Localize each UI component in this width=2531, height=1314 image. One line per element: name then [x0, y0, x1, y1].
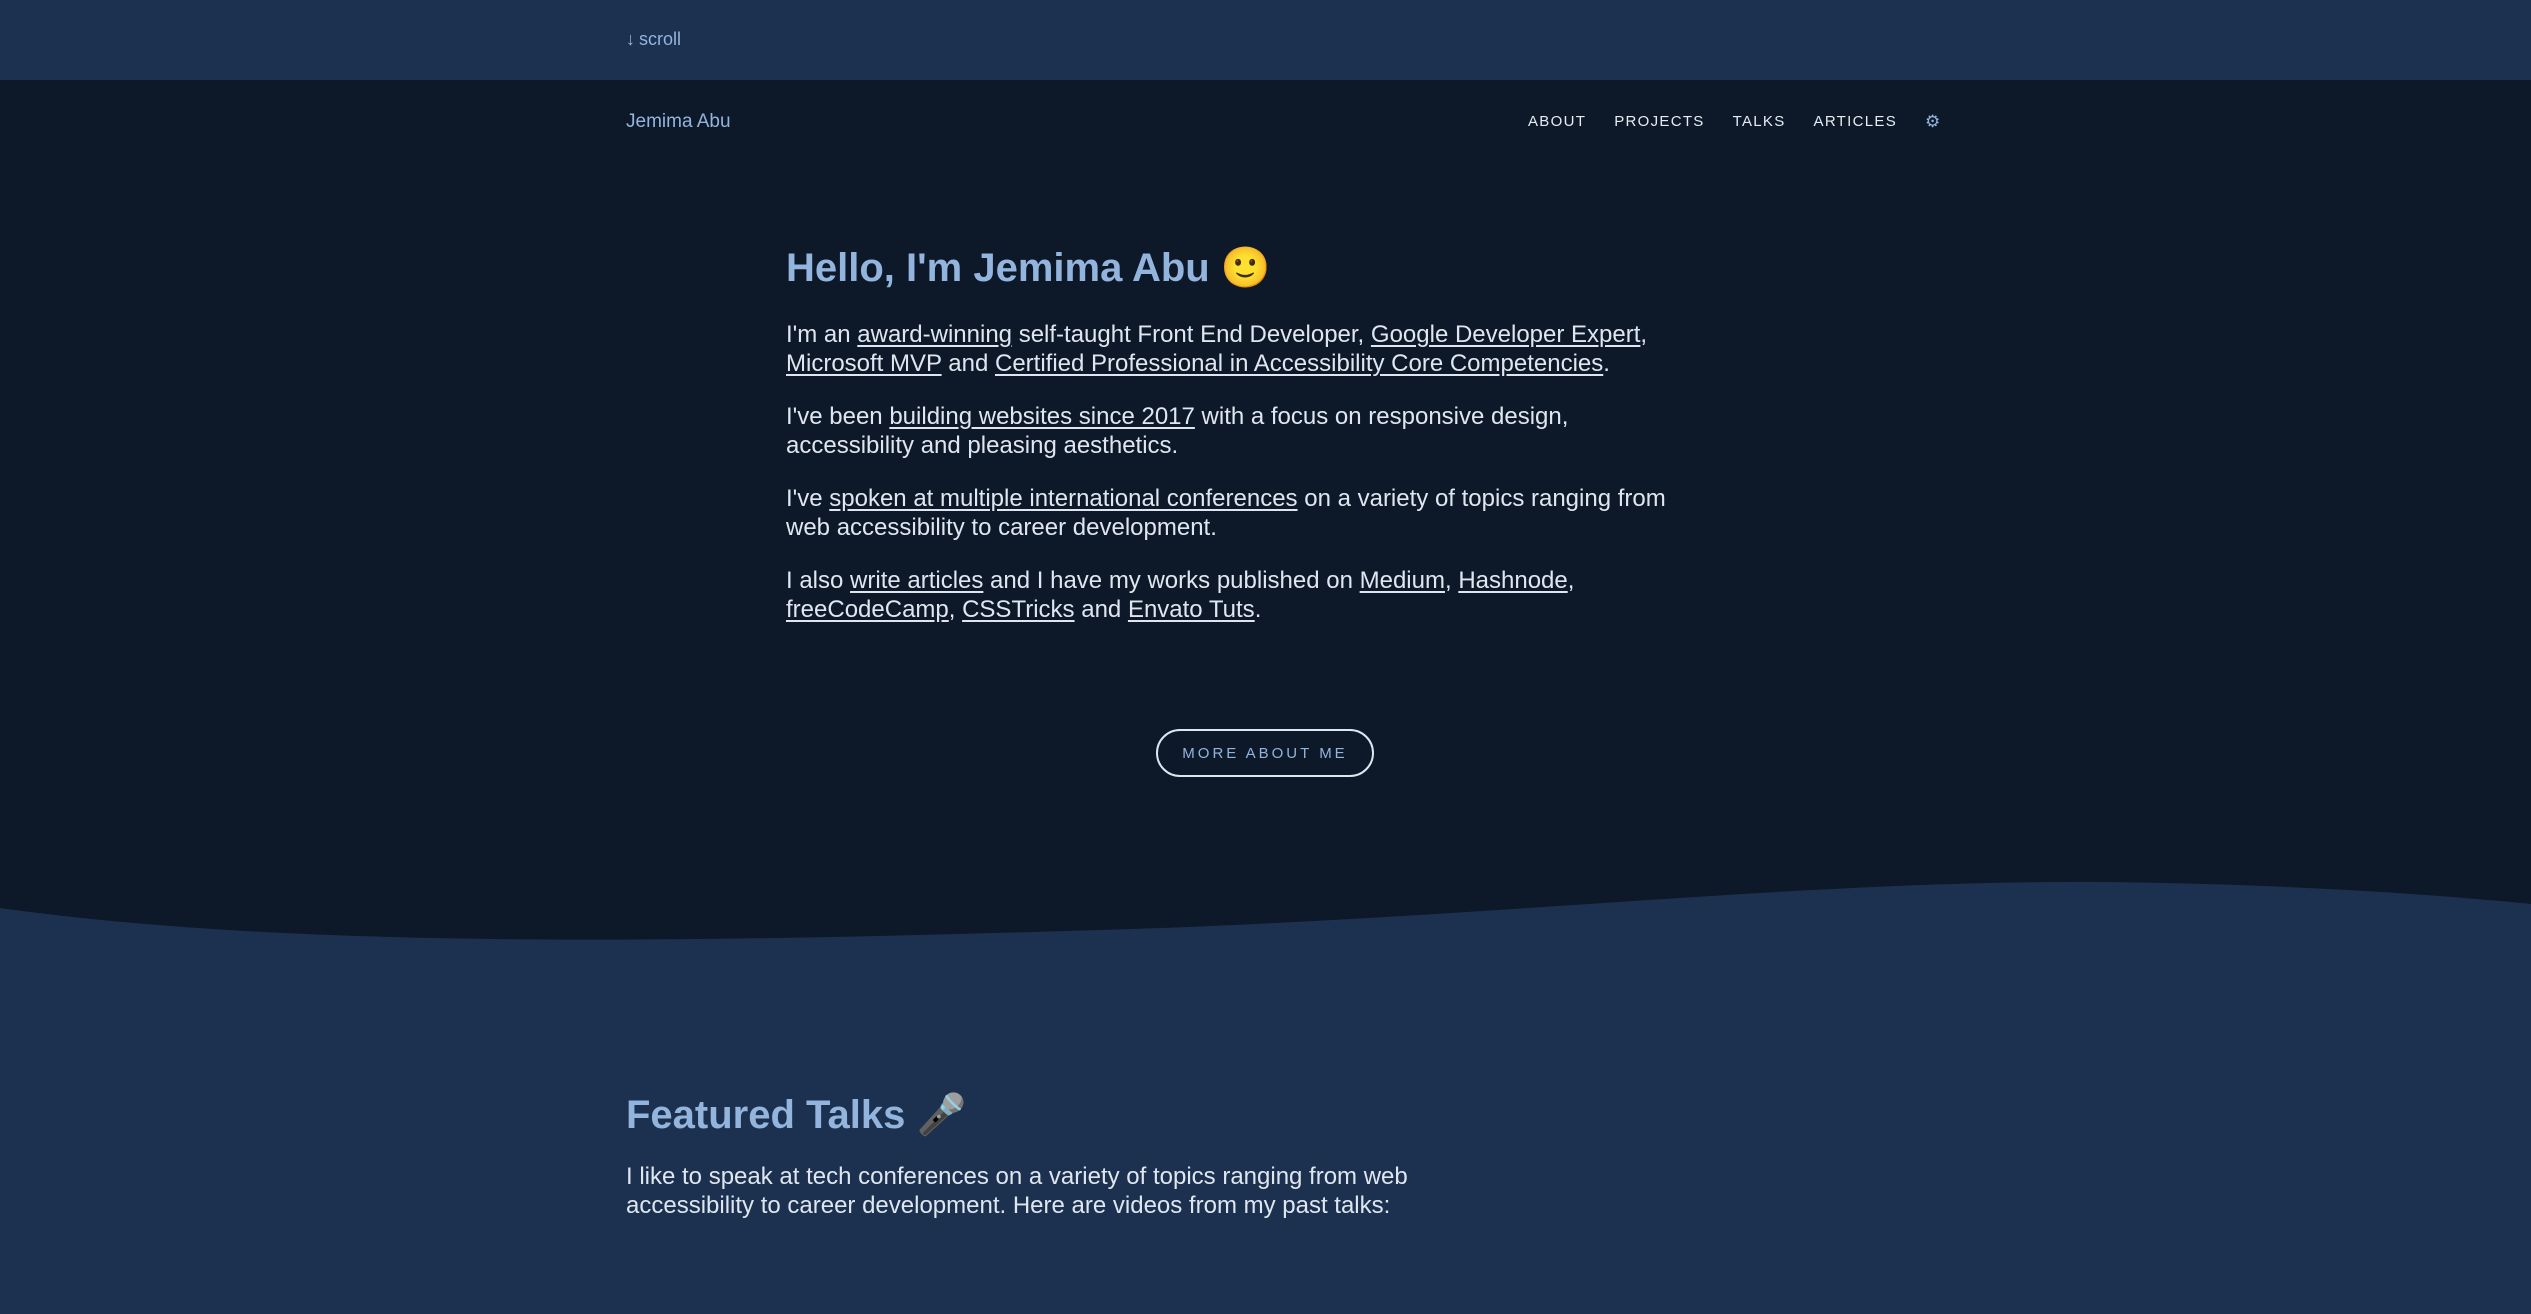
link-freecodecamp[interactable]: freeCodeCamp — [786, 596, 949, 623]
text: , — [1640, 321, 1648, 348]
wave-divider — [0, 881, 2531, 970]
nav-talks[interactable]: TALKS — [1733, 113, 1786, 130]
experience-paragraph: I've been building websites since 2017 w… — [786, 402, 1686, 460]
featured-talks-description: I like to speak at tech conferences on a… — [626, 1163, 1408, 1219]
link-building-websites[interactable]: building websites since 2017 — [889, 403, 1195, 430]
link-award-winning[interactable]: award-winning — [857, 321, 1012, 348]
link-cpacc[interactable]: Certified Professional in Accessibility … — [995, 350, 1603, 377]
speaking-paragraph: I've spoken at multiple international co… — [786, 484, 1686, 542]
top-banner: ↓ scroll — [0, 0, 2531, 80]
link-envato-tuts[interactable]: Envato Tuts — [1128, 596, 1255, 623]
link-microsoft-mvp[interactable]: Microsoft MVP — [786, 350, 942, 377]
articles-paragraph: I also write articles and I have my work… — [786, 566, 1686, 624]
text: I've — [786, 485, 830, 512]
text: , — [948, 596, 963, 623]
text: , — [1567, 567, 1575, 594]
hero-heading: Hello, I'm Jemima Abu 🙂 — [786, 246, 1271, 290]
nav-about[interactable]: ABOUT — [1528, 113, 1586, 130]
hero-section: Hello, I'm Jemima Abu 🙂 I'm an award-win… — [786, 238, 1686, 648]
text: and — [1074, 596, 1128, 623]
link-spoken-conferences[interactable]: spoken at multiple international confere… — [829, 485, 1297, 512]
scroll-label: scroll — [639, 29, 682, 49]
text: , — [1444, 567, 1459, 594]
text: I also — [786, 567, 851, 594]
nav-projects[interactable]: PROJECTS — [1614, 113, 1704, 130]
text: I'm an — [786, 321, 858, 348]
link-google-developer-expert[interactable]: Google Developer Expert — [1371, 321, 1640, 348]
link-write-articles[interactable]: write articles — [850, 567, 983, 594]
text: . — [1254, 596, 1262, 623]
text: and I have my works published on — [983, 567, 1360, 594]
main-nav: ABOUT PROJECTS TALKS ARTICLES ⚙ — [1528, 113, 1940, 130]
link-hashnode[interactable]: Hashnode — [1458, 567, 1567, 594]
talks-section-bg — [0, 960, 2531, 1314]
brand-link[interactable]: Jemima Abu — [626, 111, 731, 133]
text: I've been — [786, 403, 890, 430]
site-header: Jemima Abu ABOUT PROJECTS TALKS ARTICLES… — [0, 80, 2531, 164]
text: . — [1603, 350, 1610, 377]
gear-icon[interactable]: ⚙ — [1925, 113, 1940, 130]
nav-articles[interactable]: ARTICLES — [1814, 113, 1897, 130]
scroll-link[interactable]: ↓ scroll — [626, 29, 681, 50]
link-medium[interactable]: Medium — [1360, 567, 1445, 594]
arrow-down-icon: ↓ — [626, 29, 635, 49]
text: and — [941, 350, 995, 377]
text: self-taught Front End Developer, — [1012, 321, 1371, 348]
link-csstricks[interactable]: CSSTricks — [962, 596, 1074, 623]
featured-talks-heading: Featured Talks 🎤 — [626, 1093, 967, 1137]
intro-paragraph: I'm an award-winning self-taught Front E… — [786, 320, 1686, 378]
more-about-me-button[interactable]: MORE ABOUT ME — [1156, 729, 1374, 777]
